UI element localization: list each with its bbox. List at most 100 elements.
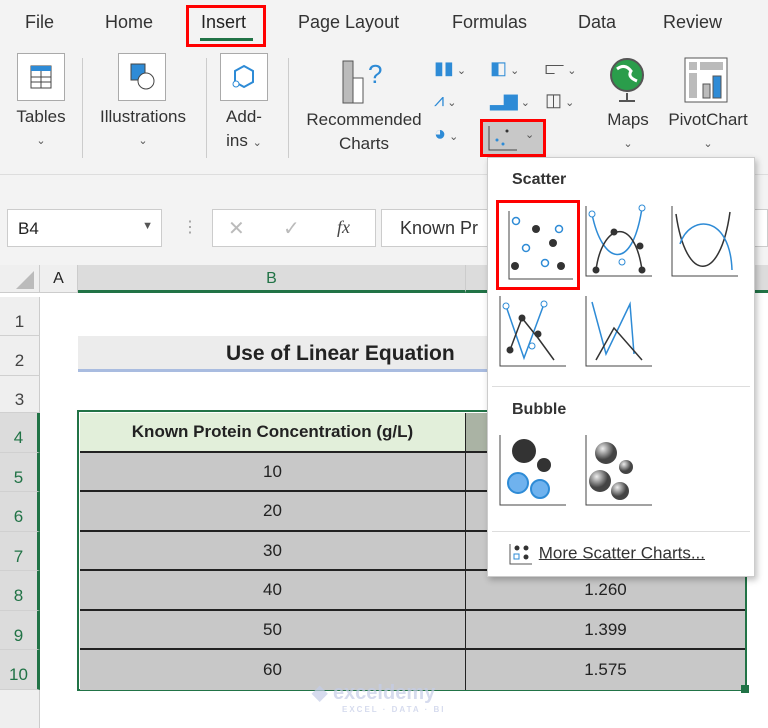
ribbon-tabs: File Home Insert Page Layout Formulas Da… [0, 0, 768, 50]
divider [288, 58, 289, 158]
tables-label: Tables [16, 107, 66, 126]
chevron-down-icon: ⌄ [564, 65, 577, 77]
enter-icon[interactable]: ✓ [283, 216, 300, 241]
addins-button[interactable]: Add-ins ⌄ [214, 105, 274, 155]
table-cell[interactable]: 1.575 [466, 650, 745, 690]
pivotchart-label: PivotChart [668, 110, 748, 129]
tab-data[interactable]: Data [578, 12, 616, 33]
table-cell[interactable]: 10 [80, 453, 466, 492]
table-cell[interactable]: 1.260 [466, 571, 745, 611]
table-cell[interactable]: 50 [80, 611, 466, 650]
pie-chart-icon: ◕ [434, 123, 447, 145]
chevron-down-icon: ⌄ [623, 138, 633, 150]
scatter-straight-lines-markers-option[interactable] [498, 294, 566, 367]
row-header[interactable]: 2 [0, 336, 40, 376]
pivotchart-icon [683, 56, 729, 109]
svg-text:?: ? [368, 59, 382, 89]
recommended-charts-button[interactable]: Recommended Charts [300, 108, 428, 156]
divider [206, 58, 207, 158]
treemap-icon: ◧ [490, 58, 508, 78]
addins-icon [220, 53, 268, 101]
addins-label-2: ins [226, 131, 248, 150]
row-header[interactable]: 4 [0, 413, 40, 453]
divider [82, 58, 83, 158]
chevron-down-icon: ⌄ [252, 137, 262, 149]
pie-chart-button[interactable]: ◕ ⌄ [434, 123, 458, 146]
tab-page-layout[interactable]: Page Layout [298, 12, 399, 33]
table-cell[interactable]: 20 [80, 492, 466, 532]
recommended-label: Recommended [306, 110, 422, 129]
fill-handle[interactable] [741, 685, 749, 693]
scatter-option[interactable] [496, 200, 580, 290]
tab-home[interactable]: Home [105, 12, 153, 33]
formula-buttons: ✕ ✓ fx [212, 209, 376, 247]
chevron-down-icon: ⌄ [703, 138, 713, 150]
illustrations-button[interactable]: Illustrations ⌄ [92, 105, 194, 153]
waterfall-icon: ⫍ [545, 58, 565, 78]
table-cell[interactable]: 40 [80, 571, 466, 611]
row-header[interactable]: 5 [0, 453, 40, 492]
scatter-heading: Scatter [512, 171, 567, 188]
column-header-b[interactable]: B [78, 265, 466, 293]
table-cell[interactable]: 30 [80, 532, 466, 571]
waterfall-chart-button[interactable]: ⫍ ⌄ [545, 58, 576, 79]
row-header[interactable]: 3 [0, 376, 40, 413]
tab-file[interactable]: File [25, 12, 54, 33]
name-box[interactable]: B4 ▼ [7, 209, 162, 247]
hierarchy-chart-button[interactable]: ◧ ⌄ [490, 58, 519, 79]
scatter-smooth-lines-option[interactable] [670, 204, 738, 277]
formula-content: Known Pr [400, 218, 479, 238]
chevron-down-icon: ⌄ [453, 65, 467, 77]
more-scatter-label: More Scatter Charts... [538, 543, 706, 563]
header-cell[interactable]: Known Protein Concentration (g/L) [80, 413, 466, 453]
bubble-option[interactable] [498, 433, 566, 506]
statistic-chart-button[interactable]: ▂▆ ⌄ [490, 90, 530, 111]
row-header[interactable]: 10 [0, 650, 40, 690]
chevron-down-icon: ⌄ [507, 65, 520, 77]
scatter-chart-icon [488, 126, 517, 151]
column-chart-button[interactable]: ▮▮ ⌄ [434, 58, 466, 79]
tab-review[interactable]: Review [663, 12, 722, 33]
row-header[interactable]: 6 [0, 492, 40, 532]
row-header[interactable]: 8 [0, 571, 40, 611]
combo-chart-button[interactable]: ◫ ⌄ [545, 90, 574, 111]
pivotchart-button[interactable]: PivotChart ⌄ [660, 108, 756, 156]
bubble-heading: Bubble [512, 401, 567, 418]
column-header-a[interactable]: A [40, 265, 78, 293]
table-cell[interactable]: 1.399 [466, 611, 745, 650]
scatter-chart-button[interactable]: ⌄ [480, 119, 546, 157]
more-icon: ⋮ [182, 219, 198, 236]
divider [492, 386, 750, 387]
3d-bubble-option[interactable] [584, 433, 652, 506]
sheet-title[interactable]: Use of Linear Equation [78, 336, 488, 372]
dropdown-arrow-icon[interactable]: ▼ [142, 220, 153, 232]
table-icon [17, 53, 65, 101]
select-all-button[interactable] [0, 265, 40, 293]
chevron-down-icon: ⌄ [446, 131, 459, 143]
shapes-icon [118, 53, 166, 101]
name-box-value: B4 [18, 219, 39, 238]
row-header[interactable]: 1 [0, 297, 40, 336]
more-scatter-charts-item[interactable]: More Scatter Charts... [508, 542, 705, 566]
cancel-icon[interactable]: ✕ [228, 216, 245, 241]
column-chart-icon: ▮▮ [434, 58, 454, 78]
globe-icon [605, 55, 649, 112]
line-chart-button[interactable]: ⩘ ⌄ [434, 90, 456, 111]
insert-function-icon[interactable]: fx [337, 217, 350, 238]
scatter-smooth-lines-markers-option[interactable] [584, 204, 652, 277]
tables-button[interactable]: Tables ⌄ [5, 105, 77, 153]
recommended-label-2: Charts [338, 134, 390, 153]
row-header[interactable]: 7 [0, 532, 40, 571]
chevron-down-icon: ⌄ [525, 129, 535, 141]
divider [492, 531, 750, 532]
chevron-down-icon: ⌄ [138, 135, 148, 147]
maps-button[interactable]: Maps ⌄ [596, 108, 660, 156]
scatter-straight-lines-option[interactable] [584, 294, 652, 367]
scatter-small-icon [509, 544, 532, 565]
illustrations-label: Illustrations [100, 107, 186, 126]
histogram-icon: ▂▆ [490, 90, 518, 110]
row-header[interactable]: 9 [0, 611, 40, 650]
tab-formulas[interactable]: Formulas [452, 12, 527, 33]
chevron-down-icon: ⌄ [36, 135, 46, 147]
chevron-down-icon: ⌄ [444, 97, 457, 109]
